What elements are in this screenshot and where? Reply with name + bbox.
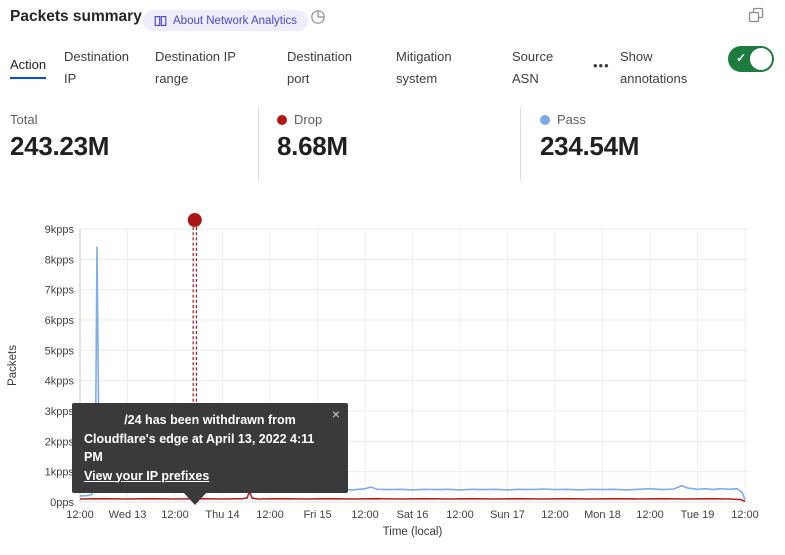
stat-total-value: 243.23M bbox=[10, 131, 109, 162]
tab-destination-ip-range[interactable]: Destination IP range bbox=[155, 46, 257, 90]
view-ip-prefixes-link[interactable]: View your IP prefixes bbox=[84, 467, 209, 486]
svg-text:12:00: 12:00 bbox=[256, 509, 284, 521]
svg-text:Thu 14: Thu 14 bbox=[205, 509, 239, 521]
stat-drop-label: Drop bbox=[277, 112, 322, 127]
stat-pass-value: 234.54M bbox=[540, 131, 639, 162]
svg-text:12:00: 12:00 bbox=[636, 509, 664, 521]
toggle-knob bbox=[750, 48, 772, 70]
svg-text:Tue 19: Tue 19 bbox=[681, 509, 715, 521]
svg-text:6kpps: 6kpps bbox=[45, 315, 75, 327]
tab-destination-port[interactable]: Destination port bbox=[287, 46, 369, 90]
svg-text:12:00: 12:00 bbox=[161, 509, 189, 521]
svg-text:5kpps: 5kpps bbox=[45, 345, 75, 357]
tab-mitigation-system[interactable]: Mitigation system bbox=[396, 46, 478, 90]
y-axis-title: Packets bbox=[7, 345, 19, 386]
svg-text:3kpps: 3kpps bbox=[45, 406, 75, 418]
show-annotations-toggle[interactable]: ✓ bbox=[728, 46, 774, 72]
svg-text:Sat 16: Sat 16 bbox=[397, 509, 429, 521]
svg-text:Fri 15: Fri 15 bbox=[303, 509, 331, 521]
about-network-analytics-link[interactable]: About Network Analytics bbox=[143, 10, 308, 31]
packets-time-series-chart[interactable]: 0pps 1kpps 2kpps 3kpps 4kpps 5kpps 6kpps 7kpps 8… bbox=[0, 205, 785, 555]
stat-drop-value: 8.68M bbox=[277, 131, 348, 162]
tooltip-caret bbox=[183, 492, 207, 505]
stat-divider bbox=[258, 107, 259, 181]
svg-text:Wed 13: Wed 13 bbox=[109, 509, 147, 521]
svg-text:12:00: 12:00 bbox=[446, 509, 474, 521]
svg-text:1kpps: 1kpps bbox=[45, 467, 75, 479]
book-icon bbox=[154, 15, 167, 27]
svg-text:7kpps: 7kpps bbox=[45, 285, 75, 297]
tab-destination-ip[interactable]: Destination IP bbox=[64, 46, 144, 90]
stat-total-label: Total bbox=[10, 112, 37, 127]
x-axis-labels: 12:00 Wed 13 12:00 Thu 14 12:00 Fri 15 12:00 Sa… bbox=[66, 509, 759, 521]
svg-text:0pps: 0pps bbox=[50, 497, 74, 509]
svg-text:Mon 18: Mon 18 bbox=[584, 509, 621, 521]
svg-text:12:00: 12:00 bbox=[731, 509, 759, 521]
tooltip-text-line2: Cloudflare's edge at April 13, 2022 4:11… bbox=[84, 430, 336, 467]
close-icon[interactable]: × bbox=[332, 405, 340, 424]
tab-source-asn[interactable]: Source ASN bbox=[512, 46, 568, 90]
stat-pass-label: Pass bbox=[540, 112, 586, 127]
svg-text:Sun 17: Sun 17 bbox=[490, 509, 525, 521]
check-icon: ✓ bbox=[736, 51, 746, 65]
svg-text:9kpps: 9kpps bbox=[45, 224, 75, 236]
svg-text:8kpps: 8kpps bbox=[45, 254, 75, 266]
packets-summary-panel: Packets summary About Network Analytics … bbox=[0, 0, 785, 555]
svg-text:12:00: 12:00 bbox=[541, 509, 569, 521]
pass-legend-dot bbox=[540, 115, 550, 125]
drop-legend-dot bbox=[277, 115, 287, 125]
svg-text:12:00: 12:00 bbox=[66, 509, 94, 521]
show-annotations-label: Show annotations bbox=[620, 46, 708, 90]
x-axis-title: Time (local) bbox=[383, 526, 443, 538]
badge-label: About Network Analytics bbox=[173, 15, 297, 27]
popout-icon[interactable] bbox=[748, 7, 765, 29]
annotation-dot[interactable] bbox=[188, 213, 202, 227]
tooltip-text-line1: /24 has been withdrawn from bbox=[84, 411, 336, 430]
annotation-tooltip: × /24 has been withdrawn from Cloudflare… bbox=[72, 403, 348, 493]
page-title: Packets summary bbox=[10, 8, 142, 26]
y-axis-labels: 0pps 1kpps 2kpps 3kpps 4kpps 5kpps 6kpps 7kpps 8… bbox=[45, 224, 75, 509]
stat-divider bbox=[520, 107, 521, 181]
svg-text:4kpps: 4kpps bbox=[45, 376, 75, 388]
more-tabs-button[interactable]: ••• bbox=[593, 58, 610, 73]
svg-text:12:00: 12:00 bbox=[351, 509, 379, 521]
time-window-icon[interactable] bbox=[310, 9, 326, 30]
tab-action[interactable]: Action bbox=[10, 54, 46, 79]
svg-text:2kpps: 2kpps bbox=[45, 436, 75, 448]
